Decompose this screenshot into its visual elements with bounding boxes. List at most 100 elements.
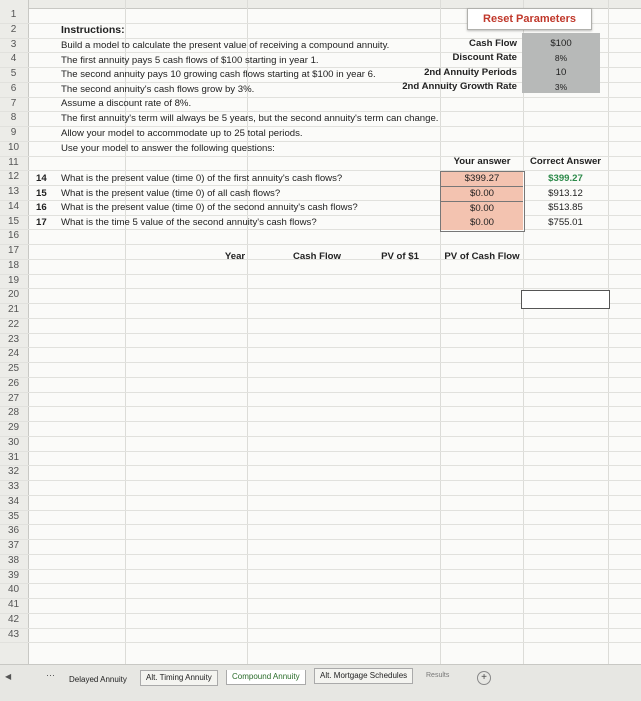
row-gridline	[0, 494, 641, 496]
row-number[interactable]: 36	[0, 525, 27, 537]
row-number[interactable]: 42	[0, 614, 27, 626]
row-number[interactable]: 29	[0, 422, 27, 434]
row-number[interactable]: 6	[0, 83, 27, 95]
instruction-line: The first annuity's term will always be …	[61, 113, 439, 124]
row-number[interactable]: 31	[0, 452, 27, 464]
row-gridline	[0, 465, 641, 467]
row-number[interactable]: 11	[0, 157, 27, 169]
question-number: 15	[36, 188, 47, 199]
param-label-annuity-periods: 2nd Annuity Periods	[424, 67, 517, 78]
tab-alt-mortgage-schedules[interactable]: Alt. Mortgage Schedules	[314, 668, 414, 684]
table-header-pv-of-cash-flow: PV of Cash Flow	[444, 251, 520, 262]
question-text: What is the present value (time 0) of th…	[61, 173, 343, 184]
row-number[interactable]: 4	[0, 53, 27, 65]
row-number[interactable]: 21	[0, 304, 27, 316]
row-gridline	[0, 612, 641, 614]
row-gridline	[0, 583, 641, 585]
answer-cell-q17[interactable]: $0.00	[441, 216, 523, 230]
tab-compound-annuity[interactable]: Compound Annuity	[226, 670, 306, 685]
row-number[interactable]: 16	[0, 230, 27, 242]
row-number[interactable]: 35	[0, 511, 27, 523]
reset-parameters-button[interactable]: Reset Parameters	[467, 8, 592, 30]
row-number[interactable]: 13	[0, 186, 27, 198]
row-gridline	[0, 627, 641, 629]
param-label-discount-rate: Discount Rate	[452, 52, 517, 63]
row-number[interactable]: 18	[0, 260, 27, 272]
row-number[interactable]: 12	[0, 171, 27, 183]
row-number[interactable]: 34	[0, 496, 27, 508]
tab-results[interactable]: Results	[421, 669, 454, 683]
row-number[interactable]: 38	[0, 555, 27, 567]
row-number[interactable]: 1	[0, 9, 27, 21]
row-number[interactable]: 37	[0, 540, 27, 552]
row-number[interactable]: 9	[0, 127, 27, 139]
param-label-cash-flow: Cash Flow	[469, 38, 517, 49]
row-gridline	[0, 332, 641, 334]
param-value-discount-rate[interactable]: 8%	[522, 52, 600, 64]
row-number[interactable]: 8	[0, 112, 27, 124]
row-number[interactable]: 26	[0, 378, 27, 390]
param-value-cash-flow[interactable]: $100	[522, 38, 600, 50]
question-text: What is the time 5 value of the second a…	[61, 217, 317, 228]
row-number[interactable]: 40	[0, 584, 27, 596]
answer-cell-q15[interactable]: $0.00	[441, 187, 523, 201]
row-number[interactable]: 15	[0, 216, 27, 228]
row-gridline	[0, 391, 641, 393]
question-text: What is the present value (time 0) of al…	[61, 188, 281, 199]
selected-cell[interactable]	[521, 290, 610, 309]
tab-alt-timing-annuity[interactable]: Alt. Timing Annuity	[140, 670, 218, 686]
correct-answer-header: Correct Answer	[529, 156, 602, 167]
row-gridline	[0, 170, 641, 172]
row-number[interactable]: 32	[0, 466, 27, 478]
row-gridline	[0, 421, 641, 422]
row-number[interactable]: 28	[0, 407, 27, 419]
instruction-line: Use your model to answer the following q…	[61, 143, 275, 154]
row-gridline	[0, 273, 641, 275]
instruction-line: The first annuity pays 5 cash flows of $…	[61, 55, 319, 66]
answer-cell-q14[interactable]: $399.27	[441, 172, 523, 186]
instruction-line: The second annuity's cash flows grow by …	[61, 84, 255, 95]
row-gridline	[0, 509, 641, 511]
more-tabs-icon[interactable]: ⋯	[46, 670, 55, 681]
row-gridline	[0, 524, 641, 526]
row-number[interactable]: 3	[0, 39, 27, 51]
row-number[interactable]: 33	[0, 481, 27, 493]
answer-cell-q16[interactable]: $0.00	[441, 202, 523, 216]
row-gridline	[0, 140, 641, 142]
row-number[interactable]: 14	[0, 201, 27, 213]
row-number[interactable]: 2	[0, 24, 27, 36]
question-number: 16	[36, 202, 47, 213]
question-text: What is the present value (time 0) of th…	[61, 202, 358, 213]
param-value-annuity-periods[interactable]: 10	[522, 67, 600, 79]
row-number[interactable]: 24	[0, 348, 27, 360]
row-gridline	[0, 362, 641, 363]
row-number[interactable]: 23	[0, 334, 27, 346]
row-gridline	[0, 229, 641, 231]
row-number[interactable]: 30	[0, 437, 27, 449]
row-number[interactable]: 41	[0, 599, 27, 611]
row-number[interactable]: 20	[0, 289, 27, 301]
row-gridline	[0, 539, 641, 540]
row-number[interactable]: 22	[0, 319, 27, 331]
row-number[interactable]: 7	[0, 98, 27, 110]
row-number[interactable]: 39	[0, 570, 27, 582]
tab-delayed-annuity[interactable]: Delayed Annuity	[64, 673, 132, 687]
row-number[interactable]: 5	[0, 68, 27, 80]
row-number[interactable]: 27	[0, 393, 27, 405]
row-number[interactable]: 17	[0, 245, 27, 257]
row-number[interactable]: 10	[0, 142, 27, 154]
row-gridline	[0, 642, 641, 644]
correct-answer-q15: $913.12	[548, 188, 583, 199]
table-header-cash-flow: Cash Flow	[293, 251, 341, 262]
param-value-growth-rate[interactable]: 3%	[522, 81, 600, 93]
tab-scroll-left-icon[interactable]: ◀	[5, 672, 11, 681]
add-sheet-icon[interactable]: +	[477, 671, 491, 685]
row-number[interactable]: 43	[0, 629, 27, 641]
instruction-line: Build a model to calculate the present v…	[61, 40, 390, 51]
question-number: 14	[36, 173, 47, 184]
row-gridline	[0, 347, 641, 349]
row-gridline	[0, 568, 641, 570]
instruction-line: Assume a discount rate of 8%.	[61, 98, 192, 109]
row-number[interactable]: 25	[0, 363, 27, 375]
row-number[interactable]: 19	[0, 275, 27, 287]
